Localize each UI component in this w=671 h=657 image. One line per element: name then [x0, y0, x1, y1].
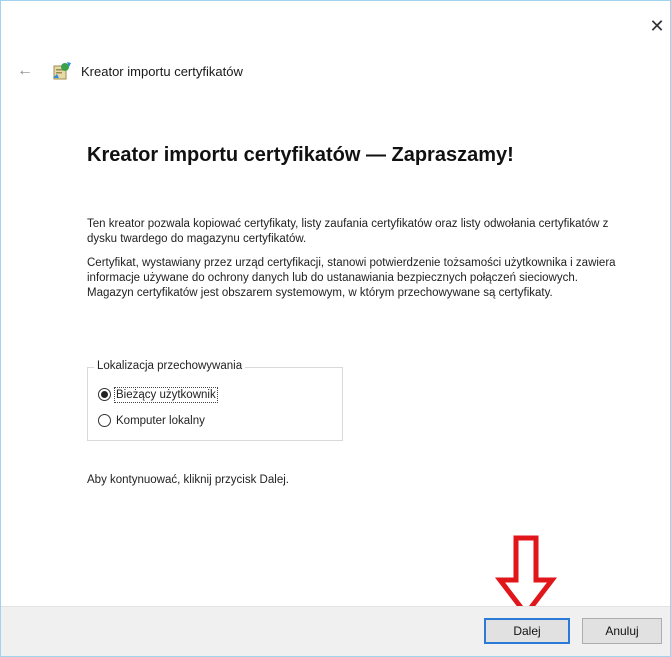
radio-current-user[interactable]: Bieżący użytkownik — [98, 386, 218, 403]
radio-label-current-user: Bieżący użytkownik — [114, 386, 218, 403]
close-icon: ✕ — [649, 16, 665, 36]
radio-button-unchecked[interactable] — [98, 414, 111, 427]
page-heading: Kreator importu certyfikatów — Zapraszam… — [87, 144, 514, 166]
next-button[interactable]: Dalej — [484, 618, 570, 644]
radio-label-local-machine: Komputer lokalny — [116, 414, 205, 427]
wizard-footer: Dalej Anuluj — [1, 606, 670, 656]
radio-button-checked[interactable] — [98, 388, 111, 401]
storage-location-group: Lokalizacja przechowywania Bieżący użytk… — [87, 360, 343, 441]
radio-local-machine[interactable]: Komputer lokalny — [98, 414, 205, 427]
wizard-title: Kreator importu certyfikatów — [81, 63, 243, 79]
certificate-import-wizard-window: ✕ ← Kreator importu certyfikatów Kreator… — [0, 0, 671, 657]
certificate-description-paragraph: Certyfikat, wystawiany przez urząd certy… — [87, 257, 616, 299]
cancel-button[interactable]: Anuluj — [582, 618, 662, 644]
wizard-header: ← Kreator importu certyfikatów — [17, 55, 243, 87]
certificate-wizard-icon — [53, 62, 71, 80]
intro-paragraph: Ten kreator pozwala kopiować certyfikaty… — [87, 218, 609, 245]
continue-instruction: Aby kontynuować, kliknij przycisk Dalej. — [87, 474, 289, 486]
storage-location-legend: Lokalizacja przechowywania — [94, 360, 246, 372]
back-arrow-icon[interactable]: ← — [17, 62, 39, 80]
close-button[interactable]: ✕ — [646, 15, 668, 37]
